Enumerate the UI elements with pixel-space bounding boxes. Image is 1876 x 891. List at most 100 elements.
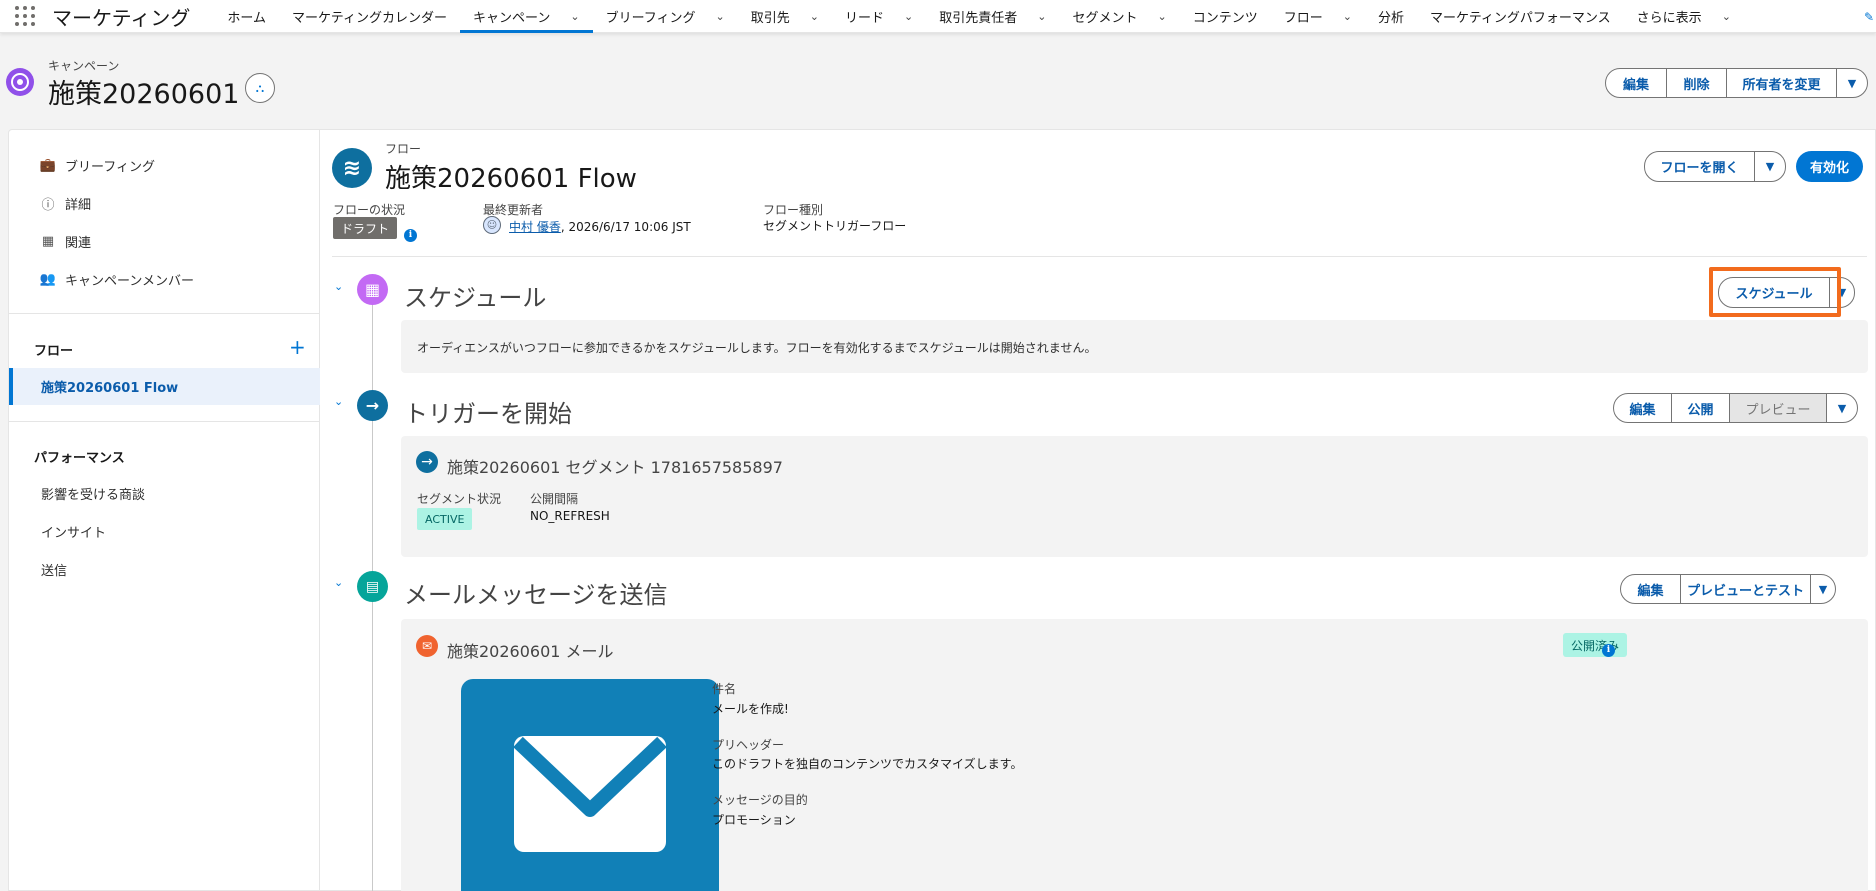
email-actions: 編集 プレビューとテスト ▼ xyxy=(1620,574,1836,604)
purpose-value: プロモーション xyxy=(712,813,796,827)
open-flow-menu-button[interactable]: ▼ xyxy=(1754,151,1786,182)
arrow-right-icon: → xyxy=(357,390,388,421)
collapse-trigger-icon[interactable]: ⌄ xyxy=(334,395,343,408)
change-owner-button[interactable]: 所有者を変更 xyxy=(1726,68,1837,98)
chevron-down-icon: ▼ xyxy=(1837,401,1847,415)
sidebar-link-influenced-opportunities[interactable]: 影響を受ける商談 xyxy=(41,484,145,503)
info-icon: ⓘ xyxy=(41,198,55,213)
preheader-value: このドラフトを独自のコンテンツでカスタマイズします。 xyxy=(712,757,1023,771)
sidebar-link-insights[interactable]: インサイト xyxy=(41,522,106,541)
nav-item-label: キャンペーン xyxy=(473,10,551,26)
sidebar-link-sends[interactable]: 送信 xyxy=(41,560,67,579)
chevron-down-icon: ▼ xyxy=(1818,582,1828,596)
trigger-title: トリガーを開始 xyxy=(404,400,572,428)
preview-test-button[interactable]: プレビューとテスト xyxy=(1680,574,1811,604)
schedule-menu-button[interactable]: ▼ xyxy=(1829,277,1855,308)
chevron-down-icon[interactable]: ⌄ xyxy=(1343,10,1352,23)
publish-interval-value: NO_REFRESH xyxy=(530,509,610,523)
open-flow-button[interactable]: フローを開く xyxy=(1644,151,1755,182)
sidebar-item-related[interactable]: ▦ 関連 xyxy=(41,232,91,251)
email-name[interactable]: 施策20260601 メール xyxy=(447,638,614,662)
activate-button[interactable]: 有効化 xyxy=(1796,151,1864,182)
user-avatar-icon: ☺ xyxy=(483,216,501,234)
nav-item-label: コンテンツ xyxy=(1192,10,1258,26)
people-icon: 👥 xyxy=(39,272,57,287)
nav-item[interactable]: ホーム xyxy=(214,0,279,33)
email-body: ✉ 施策20260601 メール 公開済み i 件名 メールを作成! プリヘッダ… xyxy=(401,619,1868,891)
nav-item[interactable]: セグメント ⌄ xyxy=(1059,0,1179,33)
chevron-down-icon[interactable]: ⌄ xyxy=(1037,10,1046,23)
flow-status-label: フローの状況 xyxy=(333,203,406,217)
nav-item[interactable]: キャンペーン ⌄ xyxy=(460,0,593,33)
flow-status-badge: ドラフト xyxy=(333,217,398,239)
email-status-info-icon[interactable]: i xyxy=(1602,637,1615,657)
nav-item-label: さらに表示 xyxy=(1636,10,1702,26)
flow-title: 施策20260601 Flow xyxy=(385,164,637,194)
schedule-button[interactable]: スケジュール xyxy=(1718,277,1830,308)
delete-record-button[interactable]: 削除 xyxy=(1666,68,1727,98)
chevron-down-icon[interactable]: ⌄ xyxy=(716,10,725,23)
app-launcher-icon[interactable] xyxy=(14,5,36,27)
open-flow-group: フローを開く ▼ xyxy=(1644,151,1786,182)
nav-item[interactable]: フロー ⌄ xyxy=(1271,0,1365,33)
sidebar-item-campaign-members[interactable]: 👥 キャンペーンメンバー xyxy=(39,270,194,289)
publish-interval-label: 公開間隔 xyxy=(530,492,579,506)
nav-item[interactable]: 分析 xyxy=(1365,0,1417,33)
flow-panel: ≋ フロー 施策20260601 Flow フローの状況 ドラフト i 最終更新… xyxy=(320,129,1876,891)
hierarchy-button[interactable]: ⛬ xyxy=(245,73,275,103)
nav-item[interactable]: マーケティングカレンダー xyxy=(279,0,460,33)
nav-item[interactable]: リード ⌄ xyxy=(832,0,926,33)
edit-record-button[interactable]: 編集 xyxy=(1605,68,1667,98)
collapse-schedule-icon[interactable]: ⌄ xyxy=(334,280,343,293)
segment-name[interactable]: 施策20260601 セグメント 1781657585897 xyxy=(447,454,783,478)
edit-email-button[interactable]: 編集 xyxy=(1620,574,1681,604)
performance-heading: パフォーマンス xyxy=(34,451,125,466)
trigger-actions: 編集 公開 プレビュー ▼ xyxy=(1613,393,1858,423)
trigger-menu-button[interactable]: ▼ xyxy=(1826,393,1858,423)
flow-icon: ≋ xyxy=(332,148,372,188)
collapse-email-icon[interactable]: ⌄ xyxy=(334,576,343,589)
chevron-down-icon[interactable]: ⌄ xyxy=(1722,10,1731,23)
email-preview-thumbnail[interactable] xyxy=(461,679,719,891)
nav-items: ホーム マーケティングカレンダー キャンペーン ⌄ ブリーフィング ⌄ 取引先 ⌄ リード ⌄ 取引… xyxy=(214,0,1744,33)
chevron-down-icon: ▼ xyxy=(1837,286,1847,299)
chevron-down-icon[interactable]: ⌄ xyxy=(1157,10,1166,23)
subject-label: 件名 xyxy=(712,682,737,696)
chevron-down-icon[interactable]: ⌄ xyxy=(810,10,819,23)
sidebar-item-flow[interactable]: 施策20260601 Flow xyxy=(9,368,320,405)
record-actions-menu-button[interactable]: ▼ xyxy=(1836,68,1868,98)
sidebar-item-label: 関連 xyxy=(65,236,92,251)
nav-item[interactable]: ブリーフィング ⌄ xyxy=(593,0,738,33)
nav-item[interactable]: 取引先責任者 ⌄ xyxy=(926,0,1059,33)
edit-nav-icon[interactable]: ✎ xyxy=(1864,10,1874,24)
segment-icon: → xyxy=(416,451,438,473)
flow-status-info-icon[interactable]: i xyxy=(404,222,417,242)
nav-item-label: 分析 xyxy=(1377,10,1404,26)
add-flow-icon[interactable]: + xyxy=(289,335,306,359)
schedule-body: オーディエンスがいつフローに参加できるかをスケジュールします。フローを有効化する… xyxy=(401,320,1868,373)
nav-item[interactable]: 取引先 ⌄ xyxy=(738,0,832,33)
edit-trigger-button[interactable]: 編集 xyxy=(1613,393,1672,423)
campaign-icon xyxy=(6,68,34,96)
sidebar-item-briefing[interactable]: 💼 ブリーフィング xyxy=(40,156,155,175)
nav-item-label: リード xyxy=(845,10,885,26)
flow-type-label: フロー種別 xyxy=(763,203,824,217)
nav-item[interactable]: コンテンツ xyxy=(1180,0,1271,33)
user-link[interactable]: 中村 優香 xyxy=(509,220,561,234)
divider xyxy=(332,256,1867,257)
email-status-badge: 公開済み xyxy=(1563,633,1628,657)
sidebar-item-label: ブリーフィング xyxy=(65,160,155,175)
nav-item-label: フロー xyxy=(1283,10,1323,26)
nav-item[interactable]: マーケティングパフォーマンス xyxy=(1417,0,1624,33)
publish-trigger-button[interactable]: 公開 xyxy=(1671,393,1730,423)
purpose-label: メッセージの目的 xyxy=(712,793,808,807)
preview-trigger-button[interactable]: プレビュー xyxy=(1729,393,1827,423)
email-icon: ✉ xyxy=(416,635,438,657)
sidebar-item-details[interactable]: ⓘ 詳細 xyxy=(41,194,91,213)
email-menu-button[interactable]: ▼ xyxy=(1810,574,1836,604)
nav-item[interactable]: さらに表示 ⌄ xyxy=(1624,0,1744,33)
app-name: マーケティング xyxy=(52,5,191,30)
chevron-down-icon[interactable]: ⌄ xyxy=(570,10,579,23)
chevron-down-icon[interactable]: ⌄ xyxy=(904,10,913,23)
sidebar: 💼 ブリーフィング ⓘ 詳細 ▦ 関連 👥 キャンペーンメンバー フロー + 施… xyxy=(8,129,320,891)
